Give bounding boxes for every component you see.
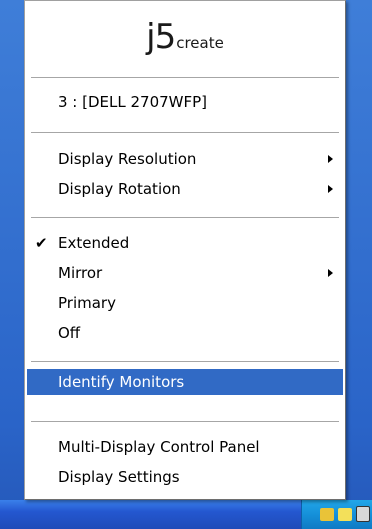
- menu-item-label: Extended: [58, 234, 130, 252]
- menu-separator: [31, 217, 339, 218]
- menu-item-off[interactable]: Off: [27, 320, 343, 346]
- menu-item-label: Multi-Display Control Panel: [58, 438, 260, 456]
- menu-item-label: Identify Monitors: [58, 373, 185, 391]
- context-menu: j5create 3 : [DELL 2707WFP] Display Reso…: [24, 0, 346, 500]
- menu-item-device[interactable]: 3 : [DELL 2707WFP]: [27, 89, 343, 115]
- menu-separator: [31, 77, 339, 78]
- checkmark-icon: ✔: [35, 234, 48, 252]
- menu-item-label: Display Resolution: [58, 150, 197, 168]
- menu-item-display-settings[interactable]: Display Settings: [27, 464, 343, 490]
- monitor-tray-icon[interactable]: [356, 506, 370, 522]
- menu-item-display-rotation[interactable]: Display Rotation: [27, 176, 343, 202]
- menu-separator: [31, 132, 339, 133]
- submenu-arrow-icon: [328, 155, 333, 163]
- submenu-arrow-icon: [328, 185, 333, 193]
- menu-item-label: Off: [58, 324, 81, 342]
- menu-item-primary[interactable]: Primary: [27, 290, 343, 316]
- menu-item-label: Primary: [58, 294, 116, 312]
- logo-suffix: create: [176, 34, 224, 52]
- menu-item-label: 3 : [DELL 2707WFP]: [58, 93, 208, 111]
- j5create-logo: j5create: [25, 17, 345, 57]
- menu-item-extended[interactable]: ✔ Extended: [27, 230, 343, 256]
- menu-separator: [31, 421, 339, 422]
- display-tray-icon[interactable]: [320, 508, 334, 521]
- menu-item-identify-monitors[interactable]: Identify Monitors: [27, 369, 343, 395]
- menu-item-multi-display-control-panel[interactable]: Multi-Display Control Panel: [27, 434, 343, 460]
- logo-brand: j5: [146, 17, 176, 57]
- menu-item-label: Display Rotation: [58, 180, 181, 198]
- taskbar: [0, 500, 372, 529]
- network-tray-icon[interactable]: [338, 508, 352, 521]
- menu-separator: [31, 361, 339, 362]
- menu-item-label: Display Settings: [58, 468, 180, 486]
- menu-item-mirror[interactable]: Mirror: [27, 260, 343, 286]
- submenu-arrow-icon: [328, 269, 333, 277]
- menu-item-display-resolution[interactable]: Display Resolution: [27, 146, 343, 172]
- system-tray: [301, 500, 372, 529]
- menu-item-label: Mirror: [58, 264, 103, 282]
